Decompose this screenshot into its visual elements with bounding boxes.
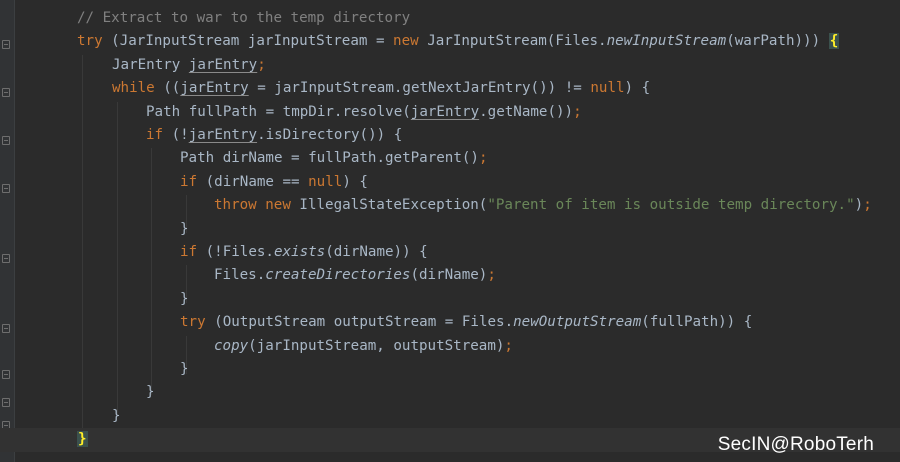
code-line[interactable]: } (0, 218, 900, 241)
code-text: copy(jarInputStream, outputStream); (214, 335, 513, 358)
code-token: JarInputStream(Files. (418, 33, 607, 50)
code-token: null (590, 80, 625, 97)
code-token: } (112, 407, 121, 424)
code-token: (dirName)) { (325, 244, 428, 260)
code-token: } (180, 361, 189, 377)
code-token: (jarInputStream, outputStream) (248, 337, 505, 354)
code-token: throw new (214, 197, 291, 214)
watermark: SecIN@RoboTerh (717, 434, 874, 455)
code-text: } (112, 405, 121, 428)
code-token: ; (504, 337, 513, 354)
code-token: if (180, 244, 198, 260)
code-token: jarEntry (180, 80, 249, 97)
code-line[interactable]: throw new IllegalStateException("Parent … (0, 194, 900, 217)
code-text: throw new IllegalStateException("Parent … (214, 194, 872, 217)
code-text: try (OutputStream outputStream = Files.n… (180, 311, 752, 334)
code-text: Path fullPath = tmpDir.resolve(jarEntry.… (146, 101, 582, 124)
code-token: jarEntry (410, 103, 480, 120)
code-line[interactable]: } (0, 381, 900, 404)
code-text: // Extract to war to the temp directory (77, 7, 410, 30)
code-text: } (180, 358, 189, 381)
code-token: jarEntry (188, 56, 258, 73)
code-line[interactable]: } (0, 288, 900, 311)
code-line[interactable]: } (0, 358, 900, 381)
code-token: = jarInputStream.getNextJarEntry()) != (248, 80, 591, 97)
code-token: copy (214, 337, 249, 354)
code-token: new (393, 33, 419, 50)
code-token: try (77, 33, 103, 50)
code-text: } (180, 218, 189, 241)
code-token: } (146, 384, 155, 401)
code-token: (JarInputStream jarInputStream = (102, 33, 394, 50)
code-token: Path fullPath = tmpDir.resolve( (146, 103, 411, 120)
code-token: ) { (624, 80, 651, 97)
code-text: while ((jarEntry = jarInputStream.getNex… (112, 77, 650, 100)
code-editor[interactable]: // Extract to war to the temp directory t… (0, 0, 900, 462)
code-line[interactable]: // Extract to war to the temp directory (0, 7, 900, 30)
code-token: ) (854, 197, 864, 214)
code-token: .isDirectory()) { (257, 127, 403, 143)
code-token: newInputStream (606, 33, 727, 50)
code-token: JarEntry (112, 56, 189, 73)
code-token: ; (487, 267, 496, 284)
code-line[interactable]: Path dirName = fullPath.getParent(); (0, 147, 900, 170)
code-token: (! (163, 127, 189, 143)
code-token: ) { (342, 173, 368, 190)
code-text: if (!jarEntry.isDirectory()) { (146, 124, 402, 147)
code-token: if (146, 127, 164, 143)
code-text: try (JarInputStream jarInputStream = new… (77, 30, 840, 53)
code-line[interactable]: if (dirName == null) { (0, 171, 900, 194)
code-token: Path dirName = fullPath.getParent() (180, 150, 479, 167)
code-text: } (77, 428, 88, 451)
code-token: ; (863, 197, 872, 214)
code-token: while (112, 80, 155, 97)
code-token: (fullPath)) { (641, 314, 753, 331)
code-token: if (180, 173, 198, 190)
code-line[interactable]: copy(jarInputStream, outputStream); (0, 335, 900, 358)
code-token: IllegalStateException( (290, 197, 488, 214)
code-line[interactable]: Files.createDirectories(dirName); (0, 264, 900, 287)
code-text: } (146, 381, 155, 404)
code-token: } (180, 290, 189, 307)
code-line[interactable]: } (0, 405, 900, 428)
code-text: } (180, 288, 189, 311)
code-token: newOutputStream (513, 314, 642, 331)
code-line[interactable]: Path fullPath = tmpDir.resolve(jarEntry.… (0, 101, 900, 124)
code-token: } (180, 220, 189, 237)
code-token: .getName()) (479, 103, 574, 120)
code-token: ; (257, 56, 266, 73)
code-token: null (308, 173, 343, 190)
code-text: Files.createDirectories(dirName); (214, 264, 496, 287)
code-token: } (77, 431, 88, 448)
code-text: Path dirName = fullPath.getParent(); (180, 147, 488, 170)
code-token: "Parent of item is outside temp director… (487, 197, 855, 214)
code-token: (warPath))) (726, 33, 829, 50)
code-token: exists (273, 244, 326, 260)
code-token: jarEntry (188, 127, 258, 143)
code-line[interactable]: try (OutputStream outputStream = Files.n… (0, 311, 900, 334)
code-line[interactable]: while ((jarEntry = jarInputStream.getNex… (0, 77, 900, 100)
code-token: Files. (214, 267, 266, 284)
code-token: { (828, 33, 840, 50)
code-token: (( (154, 80, 181, 97)
code-token: try (180, 314, 206, 331)
code-text: JarEntry jarEntry; (112, 54, 266, 77)
code-text: if (dirName == null) { (180, 171, 368, 194)
code-token: ; (478, 150, 488, 167)
code-line[interactable]: JarEntry jarEntry; (0, 54, 900, 77)
code-line[interactable]: if (!Files.exists(dirName)) { (0, 241, 900, 264)
code-token: // Extract to war to the temp directory (77, 10, 411, 26)
code-token: (dirName) (410, 267, 488, 284)
code-token: (OutputStream outputStream = Files. (205, 314, 514, 331)
code-token: (dirName == (197, 173, 309, 190)
code-token: createDirectories (265, 267, 411, 284)
code-text: if (!Files.exists(dirName)) { (180, 241, 428, 264)
code-line[interactable]: if (!jarEntry.isDirectory()) { (0, 124, 900, 147)
code-token: (!Files. (197, 244, 274, 260)
code-line[interactable]: try (JarInputStream jarInputStream = new… (0, 30, 900, 53)
code-token: ; (573, 103, 582, 120)
